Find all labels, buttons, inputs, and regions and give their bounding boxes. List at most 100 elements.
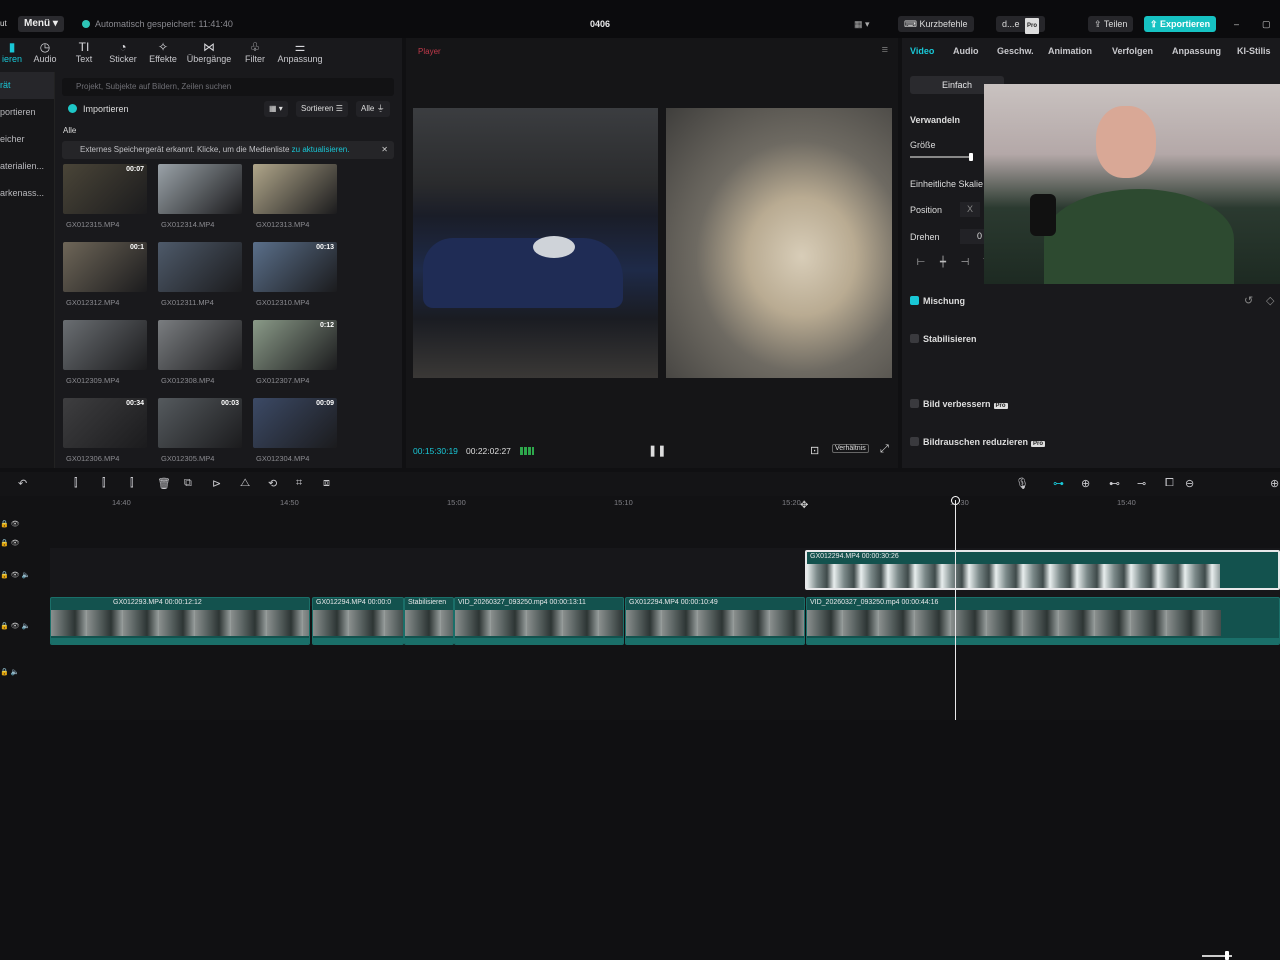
export-button[interactable]: ⇪ Exportieren [1144, 16, 1217, 32]
overlay-clip[interactable]: GX012294.MP4 00:00:30:26 [805, 550, 1280, 590]
user-button[interactable]: d...e Pro [996, 16, 1046, 34]
media-thumbnail[interactable] [158, 320, 242, 370]
menu-icon[interactable]: ≡ [882, 44, 888, 56]
lock-icon[interactable]: 🔒 [0, 623, 9, 630]
close-icon[interactable]: ✕ [381, 141, 388, 159]
tab-video[interactable]: Video [910, 46, 934, 56]
refresh-link[interactable]: zu aktualisieren. [292, 145, 350, 154]
tab-audio[interactable]: ◷ Audio [30, 40, 60, 64]
media-thumbnail[interactable] [158, 242, 242, 292]
pause-button[interactable]: ❚❚ [648, 444, 666, 457]
tab-speed[interactable]: Geschw. [997, 46, 1034, 56]
eye-icon[interactable]: 👁 [11, 540, 20, 547]
reset-icon[interactable]: ↺ [1244, 294, 1253, 307]
speaker-icon[interactable]: 🔈 [11, 669, 20, 676]
snapshot-icon[interactable]: ⊡ [810, 444, 819, 457]
sidebar-item-import[interactable]: portieren [0, 99, 54, 126]
media-thumbnail[interactable]: 00:09 [253, 398, 337, 448]
slider-knob[interactable] [969, 153, 973, 161]
media-thumbnail[interactable] [253, 164, 337, 214]
align-left-icon[interactable]: ⊢ [910, 257, 932, 268]
denoise-checkbox[interactable] [910, 437, 919, 446]
timeline-clip[interactable]: GX012294.MP4 00:00:10:49 [625, 597, 805, 645]
tab-text[interactable]: TI Text [72, 40, 96, 64]
playhead[interactable] [955, 500, 956, 720]
layout-icon[interactable]: ▦ ▾ [848, 16, 876, 32]
media-item[interactable]: GX012308.MP4 [158, 320, 242, 398]
media-thumbnail[interactable] [63, 320, 147, 370]
media-item[interactable]: 0:12 GX012307.MP4 [253, 320, 337, 398]
timeline-ruler[interactable]: 14:40 14:50 15:00 15:10 15:20 15:30 15:4… [0, 496, 1280, 514]
media-thumbnail[interactable]: 00:03 [158, 398, 242, 448]
tab-adjust[interactable]: ⚌ Anpassung [276, 40, 324, 64]
timeline-clip[interactable]: GX012294.MP4 00:00:0 [312, 597, 404, 645]
sidebar-item-materials[interactable]: aterialien... [0, 153, 54, 180]
rotate-field[interactable]: 0 [960, 229, 984, 244]
tab-audio-inspector[interactable]: Audio [953, 46, 979, 56]
link-icon[interactable]: ⊶ [1053, 477, 1064, 490]
tab-import[interactable]: ▮ ieren [0, 40, 24, 64]
zoom-in-icon[interactable]: ⊕ [1270, 477, 1279, 490]
minimize-icon[interactable]: – [1228, 16, 1245, 32]
mirror-icon[interactable]: ⧍ [240, 477, 250, 490]
tab-ai-style[interactable]: KI-Stilis [1237, 46, 1271, 56]
split-right-icon[interactable]: ⫿ [130, 477, 134, 490]
search-input[interactable]: Projekt, Subjekte auf Bildern, Zeilen su… [62, 78, 394, 96]
rotate-icon[interactable]: ⟲ [268, 477, 277, 490]
timeline-clip[interactable]: GX012293.MP4 00:00:12:12 [50, 597, 310, 645]
play-clip-icon[interactable]: ⊳ [212, 477, 221, 490]
media-thumbnail[interactable]: 00:13 [253, 242, 337, 292]
media-item[interactable]: 00:07 GX012315.MP4 [63, 164, 147, 242]
grid-view-icon[interactable]: ▦ ▾ [264, 101, 288, 117]
stabilize-checkbox[interactable] [910, 334, 919, 343]
freeze-icon[interactable]: ⧉ [184, 477, 192, 490]
speaker-icon[interactable]: 🔈 [22, 572, 31, 579]
stabilize-section[interactable]: Stabilisieren [910, 334, 977, 344]
size-slider[interactable] [910, 153, 973, 161]
lock-icon[interactable]: 🔒 [0, 540, 9, 547]
tab-tracking[interactable]: Verfolgen [1112, 46, 1153, 56]
enhance-checkbox[interactable] [910, 399, 919, 408]
share-button[interactable]: ⇪ Teilen [1088, 16, 1134, 32]
blend-section[interactable]: Mischung [910, 296, 965, 306]
media-item[interactable]: 00:09 GX012304.MP4 [253, 398, 337, 476]
transform-section[interactable]: Verwandeln [910, 115, 960, 125]
crop-icon[interactable]: ⌗ [296, 477, 302, 490]
sidebar-item-device[interactable]: rät [0, 72, 54, 99]
filter-button[interactable]: Alle ⏚ [356, 101, 390, 117]
tab-effects[interactable]: ✧ Effekte [146, 40, 180, 64]
lock-icon[interactable]: 🔒 [0, 572, 9, 579]
media-item[interactable]: GX012313.MP4 [253, 164, 337, 242]
tab-adjust-inspector[interactable]: Anpassung [1172, 46, 1221, 56]
media-item[interactable]: 00:1 GX012312.MP4 [63, 242, 147, 320]
eye-icon[interactable]: 👁 [11, 623, 20, 630]
align-right-icon[interactable]: ⊣ [954, 257, 976, 268]
lock-icon[interactable]: 🔒 [0, 521, 9, 528]
import-button[interactable]: Importieren [68, 104, 129, 114]
media-item[interactable]: GX012311.MP4 [158, 242, 242, 320]
fullscreen-icon[interactable]: ⤢ [880, 443, 889, 456]
media-item[interactable]: 00:34 GX012306.MP4 [63, 398, 147, 476]
media-thumbnail[interactable]: 00:34 [63, 398, 147, 448]
media-item[interactable]: GX012314.MP4 [158, 164, 242, 242]
lock-icon[interactable]: 🔒 [0, 669, 9, 676]
tab-animation[interactable]: Animation [1048, 46, 1092, 56]
menu-button[interactable]: Menü ▾ [18, 16, 64, 32]
sidebar-item-storage[interactable]: eicher [0, 126, 54, 153]
tab-transitions[interactable]: ⋈ Übergänge [184, 40, 234, 64]
snap-icon[interactable]: ⊕ [1081, 477, 1090, 490]
tab-sticker[interactable]: ◔ Sticker [106, 40, 140, 64]
timeline-clip[interactable]: VID_20260327_093250.mp4 00:00:44:16 [806, 597, 1280, 645]
preview-axis-icon[interactable]: ⊷ [1109, 477, 1120, 490]
microphone-icon[interactable]: 🎙 [1015, 477, 1029, 490]
media-thumbnail[interactable] [158, 164, 242, 214]
media-item[interactable]: GX012309.MP4 [63, 320, 147, 398]
media-thumbnail[interactable]: 00:07 [63, 164, 147, 214]
eye-icon[interactable]: 👁 [11, 572, 20, 579]
enhance-section[interactable]: Bild verbessern Pro [910, 399, 1008, 409]
timeline-clip[interactable]: Stabilisieren [404, 597, 454, 645]
tab-filter[interactable]: ♧ Filter [240, 40, 270, 64]
caption-icon[interactable]: ⧠ [1165, 477, 1174, 490]
media-item[interactable]: 00:03 GX012305.MP4 [158, 398, 242, 476]
align-center-icon[interactable]: ┿ [932, 257, 954, 268]
